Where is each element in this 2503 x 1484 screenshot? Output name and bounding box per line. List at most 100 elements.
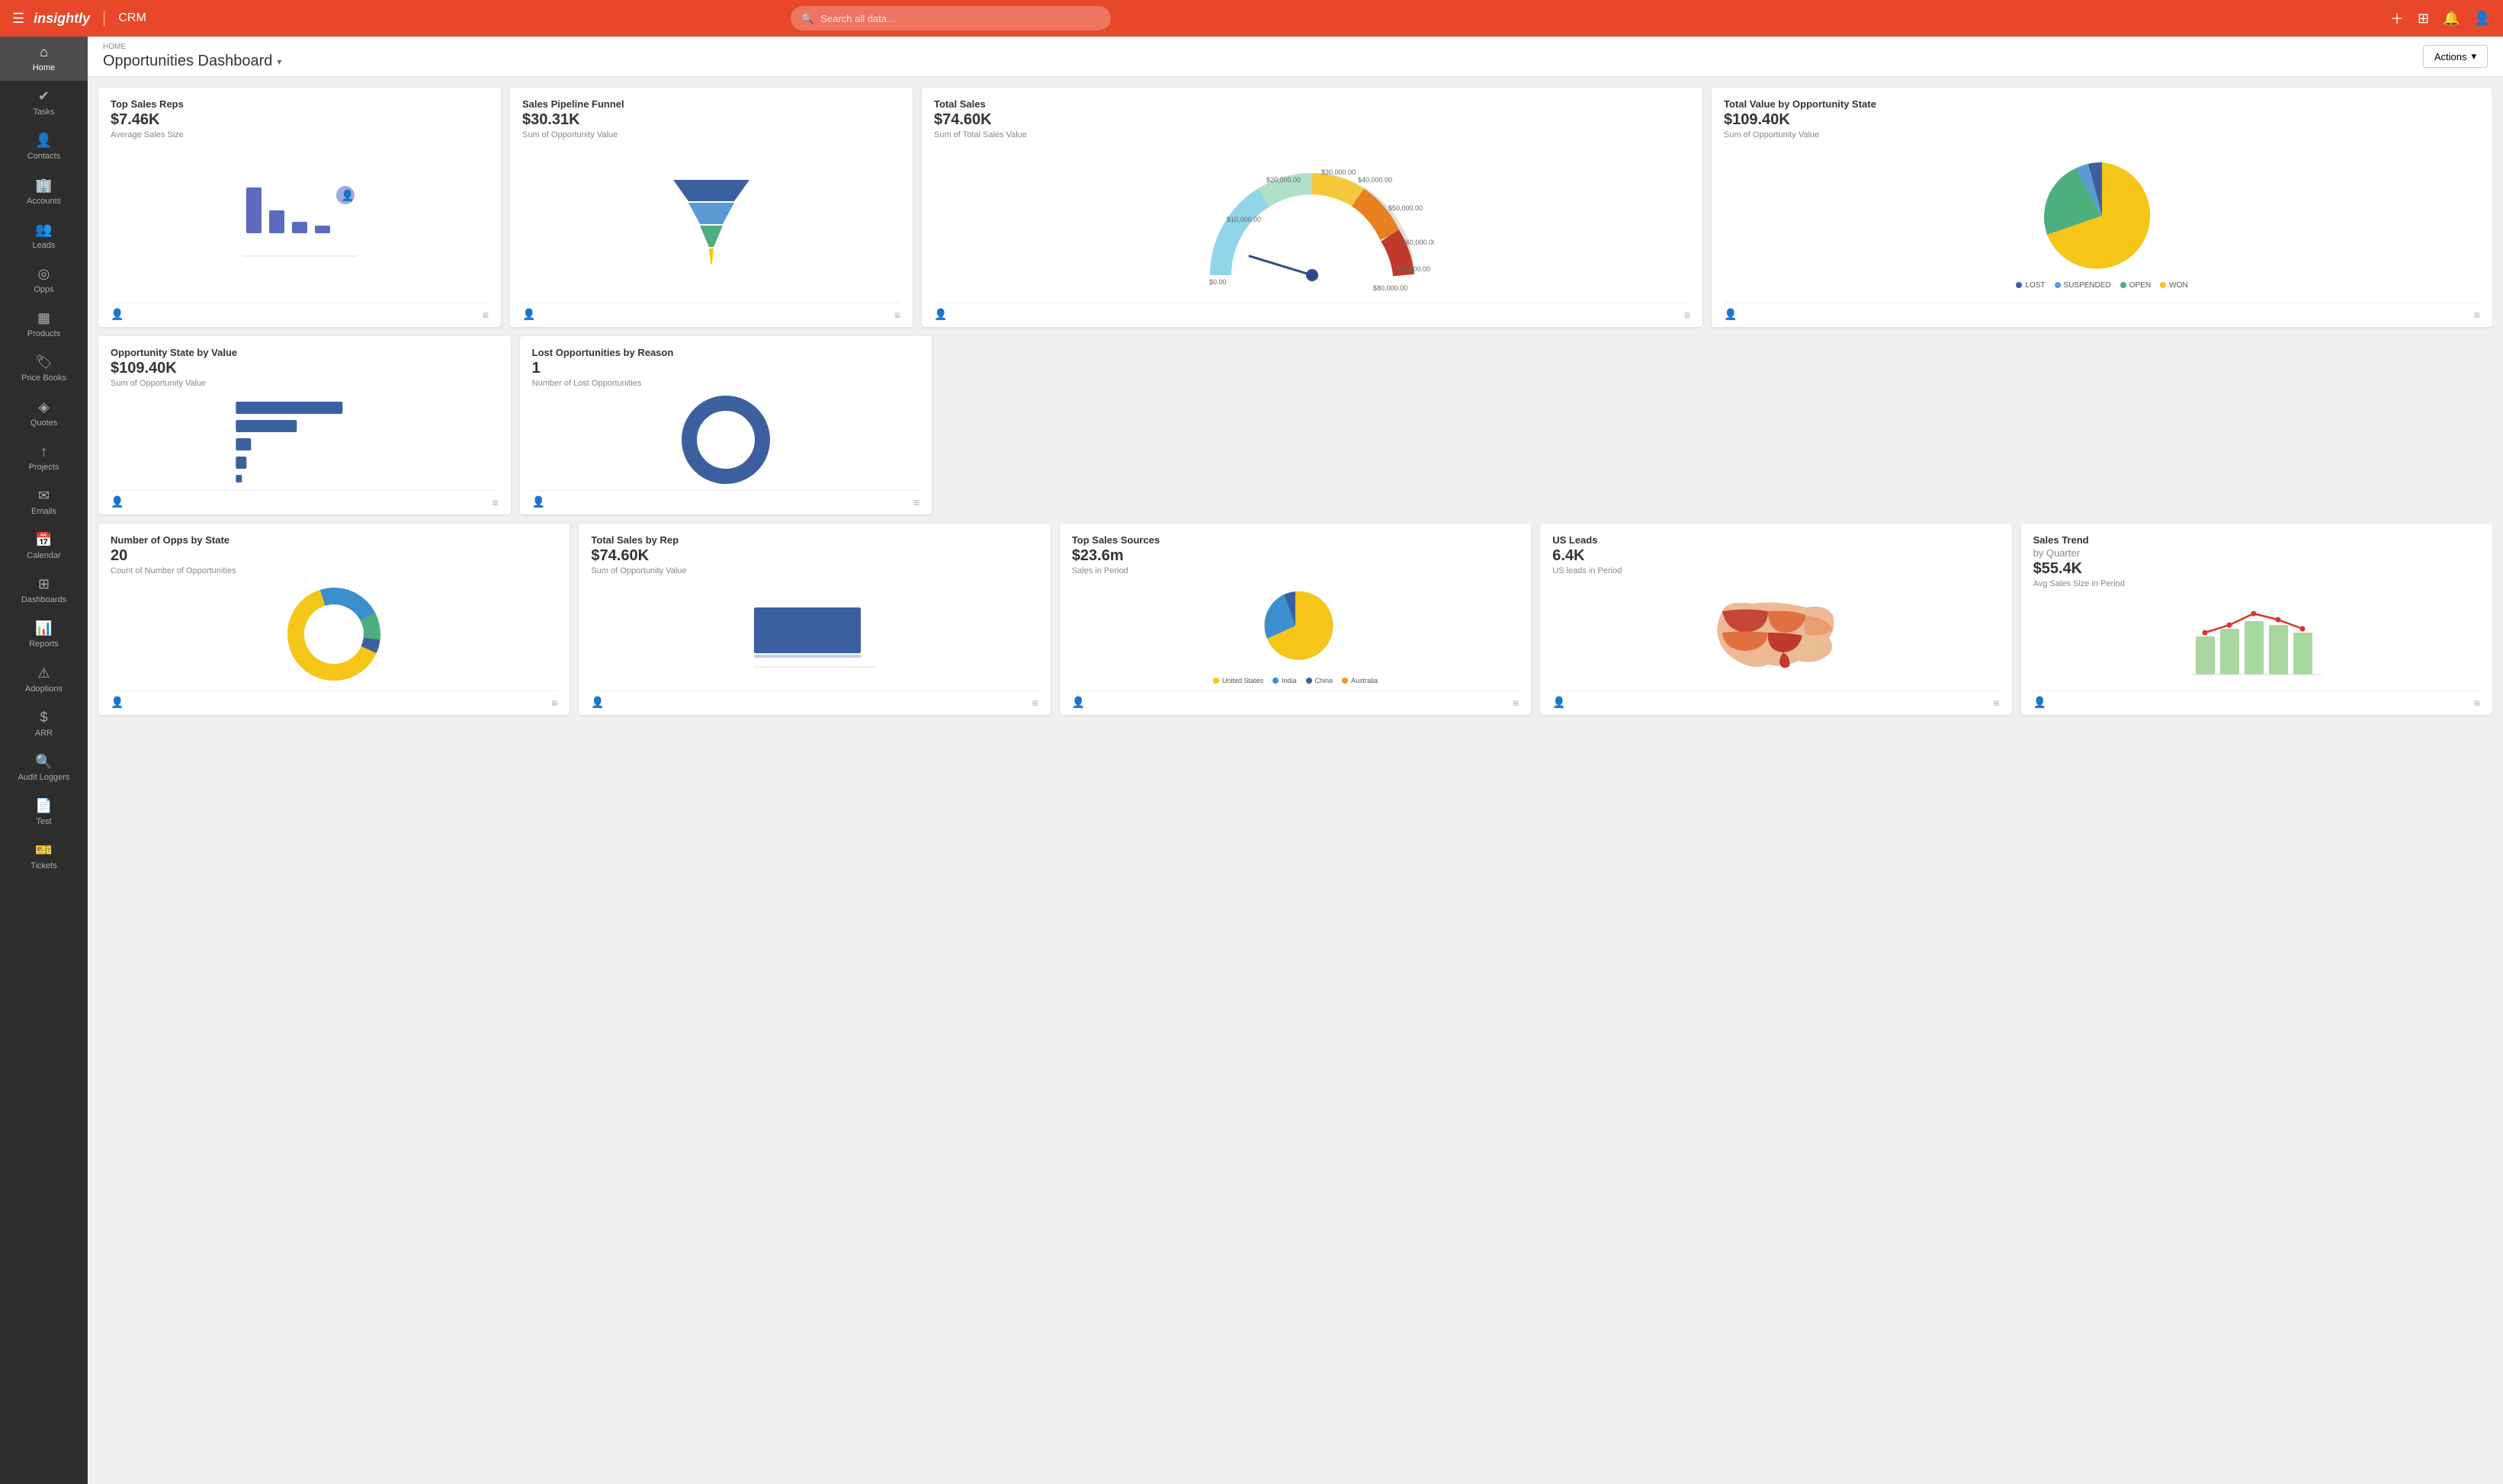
widget-top-sales-reps: Top Sales Reps $7.46K Average Sales Size [98,88,501,327]
menu-icon[interactable]: ☰ [12,11,24,27]
us-map-svg [1707,588,1844,680]
widget-subtitle: Avg Sales Size in Period [2033,579,2480,588]
sidebar-item-tasks[interactable]: ✔ Tasks [0,81,88,125]
notification-icon[interactable]: 🔔 [2443,11,2460,27]
sidebar-item-test[interactable]: 📄 Test [0,790,88,835]
sidebar-item-arr[interactable]: $ ARR [0,702,88,746]
dashboard-row-3: Number of Opps by State 20 Count of Numb… [98,524,2492,715]
table-icon[interactable]: ≡ [1993,697,1999,709]
actions-chevron-icon: ▾ [2471,50,2476,63]
grid-icon[interactable]: ⊞ [2418,11,2429,27]
tickets-icon: 🎫 [35,842,52,858]
svg-text:$80,000.00: $80,000.00 [1373,284,1407,292]
sidebar-label-opps: Opps [34,285,53,295]
person-icon[interactable]: 👤 [532,495,545,508]
donut-svg [680,394,772,486]
widget-total-sales: Total Sales $74.60K Sum of Total Sales V… [922,88,1702,327]
sidebar-item-opps[interactable]: ◎ Opps [0,258,88,303]
svg-text:$10,000.00: $10,000.00 [1227,216,1261,223]
widget-body [111,394,499,486]
sidebar-label-tasks: Tasks [33,107,54,117]
widget-top-sales-sources: Top Sales Sources $23.6m Sales in Period [1060,524,1531,715]
sidebar-item-adoptions[interactable]: ⚠ Adoptions [0,658,88,702]
sidebar-item-accounts[interactable]: 🏢 Accounts [0,170,88,214]
pie-chart-svg [2033,155,2171,277]
legend-label-australia: Australia [1351,677,1378,684]
nav-actions: ＋ ⊞ 🔔 👤 [2390,8,2491,28]
person-icon[interactable]: 👤 [2033,696,2046,709]
legend-dot-won [2160,282,2166,288]
table-icon[interactable]: ≡ [913,496,919,508]
emails-icon: ✉ [38,488,50,504]
top-navigation: ☰ insightly | CRM 🔍 ＋ ⊞ 🔔 👤 [0,0,2503,37]
sidebar-item-emails[interactable]: ✉ Emails [0,480,88,524]
add-icon[interactable]: ＋ [2390,8,2404,28]
table-icon[interactable]: ≡ [1684,309,1690,321]
sidebar-item-calendar[interactable]: 📅 Calendar [0,524,88,569]
widget-body [1552,582,1999,686]
sidebar-item-contacts[interactable]: 👤 Contacts [0,125,88,169]
legend-label-lost: LOST [2025,281,2045,290]
sidebar-label-projects: Projects [29,463,59,473]
widget-total-sales-by-rep: Total Sales by Rep $74.60K Sum of Opport… [579,524,1050,715]
widget-footer: 👤 ≡ [111,303,489,321]
bar-chart-svg: 👤 [111,180,489,264]
products-icon: ▦ [37,310,50,326]
legend-item-lost: LOST [2016,281,2045,290]
sidebar-item-products[interactable]: ▦ Products [0,303,88,347]
actions-label: Actions [2434,51,2467,63]
person-icon[interactable]: 👤 [1552,696,1565,709]
person-icon[interactable]: 👤 [111,495,124,508]
widget-footer: 👤 ≡ [532,490,920,508]
sidebar-item-quotes[interactable]: ◈ Quotes [0,392,88,436]
sidebar-item-leads[interactable]: 👥 Leads [0,214,88,258]
breadcrumb: HOME [103,43,281,51]
sidebar-label-home: Home [33,63,55,73]
person-icon[interactable]: 👤 [522,308,535,321]
person-icon[interactable]: 👤 [591,696,604,709]
person-icon[interactable]: 👤 [111,696,124,709]
sidebar-item-price-books[interactable]: 🏷 Price Books [0,347,88,391]
legend-item-china: China [1306,677,1333,684]
dashboard-row-2: Opportunity State by Value $109.40K Sum … [98,336,2492,514]
main-content: HOME Opportunities Dashboard ▾ Actions ▾… [88,37,2503,1484]
widget-value: 6.4K [1552,547,1999,565]
widget-body: LOST SUSPENDED OPEN [1724,146,2480,298]
sidebar-item-projects[interactable]: ↑ Projects [0,436,88,480]
search-bar[interactable]: 🔍 [791,6,1111,30]
user-icon[interactable]: 👤 [2474,11,2491,27]
widget-title: Top Sales Sources [1072,534,1519,546]
table-icon[interactable]: ≡ [1513,697,1519,709]
person-icon[interactable]: 👤 [1072,696,1085,709]
table-icon[interactable]: ≡ [483,309,489,321]
table-icon[interactable]: ≡ [493,496,499,508]
person-icon[interactable]: 👤 [934,308,947,321]
search-input[interactable] [820,13,1100,24]
person-icon[interactable]: 👤 [1724,308,1737,321]
table-icon[interactable]: ≡ [1032,697,1038,709]
sidebar-item-home[interactable]: ⌂ Home [0,37,88,81]
table-icon[interactable]: ≡ [2474,309,2480,321]
hbar-chart-svg [111,394,499,486]
sidebar-item-audit[interactable]: 🔍 Audit Loggers [0,746,88,790]
widget-value: $7.46K [111,111,489,129]
opps-icon: ◎ [38,266,50,282]
home-icon: ⌂ [40,44,48,60]
sidebar-label-arr: ARR [35,729,53,739]
sidebar-item-dashboards[interactable]: ⊞ Dashboards [0,569,88,613]
quotes-icon: ◈ [39,399,50,415]
table-icon[interactable]: ≡ [894,309,900,321]
table-icon[interactable]: ≡ [2474,697,2480,709]
person-icon[interactable]: 👤 [111,308,124,321]
actions-button[interactable]: Actions ▾ [2423,45,2488,68]
table-icon[interactable]: ≡ [551,697,557,709]
sidebar-item-reports[interactable]: 📊 Reports [0,613,88,657]
widget-title: Opportunity State by Value [111,347,499,358]
pie-legend: LOST SUSPENDED OPEN [2016,281,2187,290]
widget-footer: 👤 ≡ [1724,303,2480,321]
widget-body: United States India China [1072,582,1519,686]
widget-total-value-by-state: Total Value by Opportunity State $109.40… [1712,88,2492,327]
calendar-icon: 📅 [35,532,52,548]
sidebar-item-tickets[interactable]: 🎫 Tickets [0,835,88,879]
widget-us-leads: US Leads 6.4K US leads in Period [1540,524,2011,715]
